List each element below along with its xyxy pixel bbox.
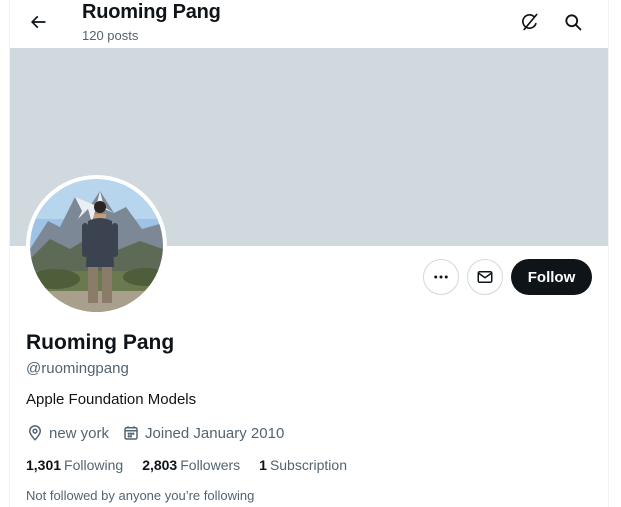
grok-button[interactable] xyxy=(517,9,543,35)
calendar-icon xyxy=(124,426,138,440)
avatar[interactable] xyxy=(26,175,167,316)
joined-item: Joined January 2010 xyxy=(122,424,284,442)
subscription-label: Subscription xyxy=(269,457,347,473)
back-arrow-icon xyxy=(30,15,46,29)
location-text: new york xyxy=(49,424,110,442)
follow-button[interactable]: Follow xyxy=(511,259,592,295)
following-label: Following xyxy=(64,457,124,473)
joined-text: Joined January 2010 xyxy=(145,424,285,442)
message-button[interactable] xyxy=(467,259,503,295)
avatar-photo xyxy=(30,179,163,312)
profile-handle: @ruomingpang xyxy=(26,360,129,377)
post-count: 120 posts xyxy=(82,28,139,43)
followers-count: 2,803 xyxy=(142,457,178,473)
followers-link[interactable]: 2,803 Followers xyxy=(142,457,240,473)
search-button[interactable] xyxy=(560,9,586,35)
header-title: Ruoming Pang xyxy=(82,1,221,23)
profile-stats: 1,301 Following 2,803 Followers 1 Subscript… xyxy=(26,457,366,473)
following-link[interactable]: 1,301 Following xyxy=(26,457,123,473)
profile-name: Ruoming Pang xyxy=(26,331,175,354)
grok-icon xyxy=(522,13,538,31)
followers-label: Followers xyxy=(180,457,241,473)
location-item: new york xyxy=(26,424,109,442)
following-count: 1,301 xyxy=(26,457,62,473)
envelope-icon xyxy=(477,271,493,283)
profile-bio: Apple Foundation Models xyxy=(26,391,197,408)
location-pin-icon xyxy=(28,425,42,441)
profile-header: Ruoming Pang 120 posts xyxy=(10,0,608,48)
more-options-button[interactable] xyxy=(423,259,459,295)
subscription-link[interactable]: 1 Subscription xyxy=(259,457,347,473)
search-icon xyxy=(565,14,582,31)
subscription-count: 1 xyxy=(259,457,267,473)
right-divider xyxy=(608,0,609,507)
more-dots-icon xyxy=(434,275,448,279)
back-button[interactable] xyxy=(24,8,52,36)
profile-page: Ruoming Pang 120 posts Follow Ruoming Pa… xyxy=(0,0,621,507)
profile-meta: new york Joined January 2010 xyxy=(26,423,297,443)
followed-by-text: Not followed by anyone you’re following xyxy=(26,488,255,503)
